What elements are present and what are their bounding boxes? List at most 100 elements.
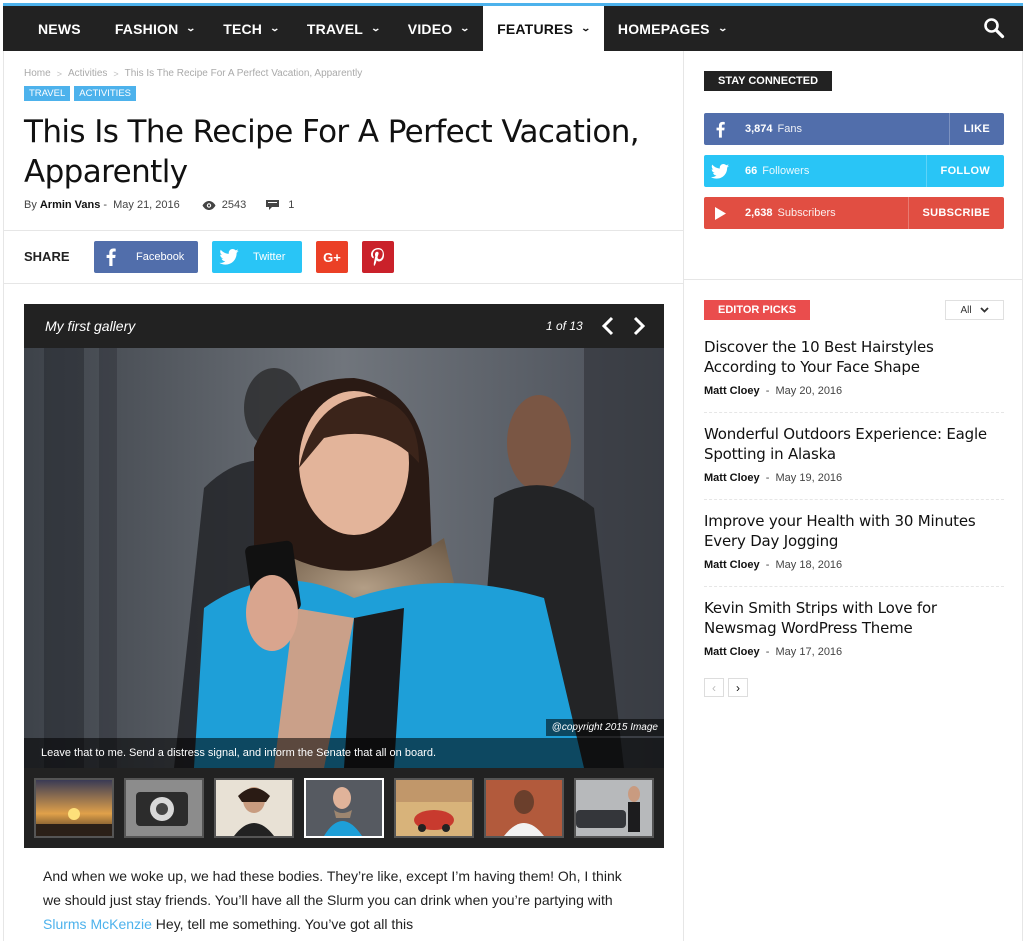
- pick-author[interactable]: Matt Cloey: [704, 385, 760, 397]
- editor-pick-meta: Matt Cloey - May 17, 2016: [704, 646, 1004, 658]
- share-facebook-button[interactable]: Facebook: [94, 241, 198, 273]
- article-meta: By Armin Vans - May 21, 2016 2543 1: [24, 199, 294, 211]
- chevron-down-icon: ⌄: [370, 23, 382, 33]
- pick-date: May 18, 2016: [775, 559, 843, 571]
- social-twitter[interactable]: 66 Followers FOLLOW: [704, 155, 1004, 187]
- comment-icon: [266, 200, 280, 210]
- search-icon[interactable]: [983, 17, 1005, 39]
- social-count: 66: [745, 165, 758, 177]
- gallery-thumbnail[interactable]: [124, 778, 204, 838]
- play-icon: [704, 206, 736, 220]
- body-link[interactable]: Slurms McKenzie: [43, 916, 152, 932]
- views-count: 2543: [202, 199, 246, 211]
- editor-pick-item: Improve your Health with 30 Minutes Ever…: [704, 512, 1004, 571]
- gallery-thumbnails: [34, 778, 654, 838]
- nav-item-tech[interactable]: TECH ⌄: [209, 6, 293, 51]
- chevron-right-icon: >: [56, 68, 62, 79]
- divider: [704, 412, 1004, 413]
- editor-pick-title[interactable]: Improve your Health with 30 Minutes Ever…: [704, 512, 1004, 551]
- next-page-button[interactable]: ›: [728, 678, 748, 697]
- follow-button[interactable]: FOLLOW: [925, 155, 1004, 187]
- breadcrumb-category[interactable]: Activities: [68, 68, 107, 79]
- prev-page-button[interactable]: ‹: [704, 678, 724, 697]
- nav-label: NEWS: [38, 20, 81, 37]
- editor-picks-filter[interactable]: All: [945, 300, 1004, 320]
- body-text-part: And when we woke up, we had these bodies…: [43, 868, 622, 908]
- facebook-icon: [704, 121, 736, 138]
- chevron-right-icon: ›: [736, 680, 740, 695]
- editor-pick-title[interactable]: Kevin Smith Strips with Love for Newsmag…: [704, 599, 1004, 638]
- main-nav: NEWS FASHION ⌄ TECH ⌄ TRAVEL ⌄ VIDEO ⌄ FEATU…: [3, 6, 1023, 51]
- breadcrumb-home[interactable]: Home: [24, 68, 51, 79]
- nav-label: TRAVEL: [306, 20, 364, 37]
- gallery-header: My first gallery 1 of 13: [24, 304, 664, 348]
- nav-label: VIDEO: [407, 20, 453, 37]
- column-divider: [683, 51, 684, 941]
- chevron-down-icon: ⌄: [459, 23, 471, 33]
- gallery-thumbnail[interactable]: [484, 778, 564, 838]
- chevron-down-icon: ⌄: [717, 23, 728, 33]
- pick-author[interactable]: Matt Cloey: [704, 559, 760, 571]
- editor-pick-meta: Matt Cloey - May 18, 2016: [704, 559, 1004, 571]
- nav-item-features[interactable]: FEATURES ⌄: [483, 6, 604, 51]
- comments-count[interactable]: 1: [266, 199, 294, 211]
- social-unit: Followers: [762, 165, 810, 177]
- gallery-main-image[interactable]: @copyright 2015 Image Leave that to me. …: [24, 348, 664, 768]
- gallery-thumbnail[interactable]: [34, 778, 114, 838]
- share-pinterest-button[interactable]: [362, 241, 394, 273]
- social-unit: Fans: [777, 123, 802, 135]
- editor-pick-meta: Matt Cloey - May 20, 2016: [704, 385, 1004, 397]
- breadcrumb: Home > Activities > This Is The Recipe F…: [24, 68, 362, 79]
- social-facebook[interactable]: 3,874 Fans LIKE: [704, 113, 1004, 145]
- nav-item-news[interactable]: NEWS: [3, 6, 101, 51]
- chevron-down-icon: ⌄: [580, 23, 592, 33]
- nav-item-fashion[interactable]: FASHION ⌄: [101, 6, 209, 51]
- share-twitter-button[interactable]: Twitter: [212, 241, 302, 273]
- chevron-down-icon: [979, 307, 989, 313]
- nav-item-homepages[interactable]: HOMEPAGES ⌄: [604, 6, 741, 51]
- chevron-left-icon[interactable]: [601, 316, 615, 336]
- social-count: 2,638: [745, 207, 773, 219]
- pick-author[interactable]: Matt Cloey: [704, 472, 760, 484]
- author-link[interactable]: Armin Vans: [40, 199, 101, 211]
- twitter-icon: [212, 241, 246, 273]
- social-youtube[interactable]: 2,638 Subscribers SUBSCRIBE: [704, 197, 1004, 229]
- article-title: This Is The Recipe For A Perfect Vacatio…: [24, 114, 640, 190]
- pick-author[interactable]: Matt Cloey: [704, 646, 760, 658]
- editor-pick-item: Discover the 10 Best Hairstyles Accordin…: [704, 338, 1004, 397]
- share-label: SHARE: [24, 249, 70, 264]
- nav-item-travel[interactable]: TRAVEL ⌄: [293, 6, 394, 51]
- meta-dash: -: [759, 472, 776, 484]
- nav-item-video[interactable]: VIDEO ⌄: [394, 6, 483, 51]
- social-unit: Subscribers: [777, 207, 836, 219]
- subscribe-button[interactable]: SUBSCRIBE: [907, 197, 1005, 229]
- category-tag-travel[interactable]: TRAVEL: [24, 86, 71, 101]
- nav-label: FASHION: [114, 20, 179, 37]
- nav-label: FEATURES: [497, 20, 574, 37]
- editor-pick-title[interactable]: Wonderful Outdoors Experience: Eagle Spo…: [704, 425, 1004, 464]
- image-caption: Leave that to me. Send a distress signal…: [24, 738, 664, 768]
- eye-icon: [202, 200, 216, 210]
- editor-pick-title[interactable]: Discover the 10 Best Hairstyles Accordin…: [704, 338, 1004, 377]
- gallery-thumbnail[interactable]: [394, 778, 474, 838]
- chevron-right-icon: >: [113, 68, 119, 79]
- chevron-right-icon[interactable]: [632, 316, 646, 336]
- views-value: 2543: [221, 199, 247, 211]
- filter-value: All: [960, 304, 972, 316]
- like-button[interactable]: LIKE: [948, 113, 1004, 145]
- meta-dash: -: [759, 385, 776, 397]
- gallery-thumbnail[interactable]: [304, 778, 384, 838]
- share-googleplus-button[interactable]: G+: [316, 241, 348, 273]
- category-tag-activities[interactable]: ACTIVITIES: [74, 86, 136, 101]
- editor-pick-item: Kevin Smith Strips with Love for Newsmag…: [704, 599, 1004, 658]
- social-count: 3,874: [745, 123, 773, 135]
- twitter-icon: [704, 163, 736, 179]
- gallery-thumbnail[interactable]: [574, 778, 654, 838]
- meta-dash: -: [759, 559, 776, 571]
- gallery-thumbnail[interactable]: [214, 778, 294, 838]
- gallery-title: My first gallery: [45, 318, 136, 334]
- nav-label: TECH: [223, 20, 263, 37]
- pinterest-icon: [371, 248, 384, 266]
- category-tags: TRAVEL ACTIVITIES: [24, 86, 136, 101]
- gallery-counter: 1 of 13: [546, 319, 583, 333]
